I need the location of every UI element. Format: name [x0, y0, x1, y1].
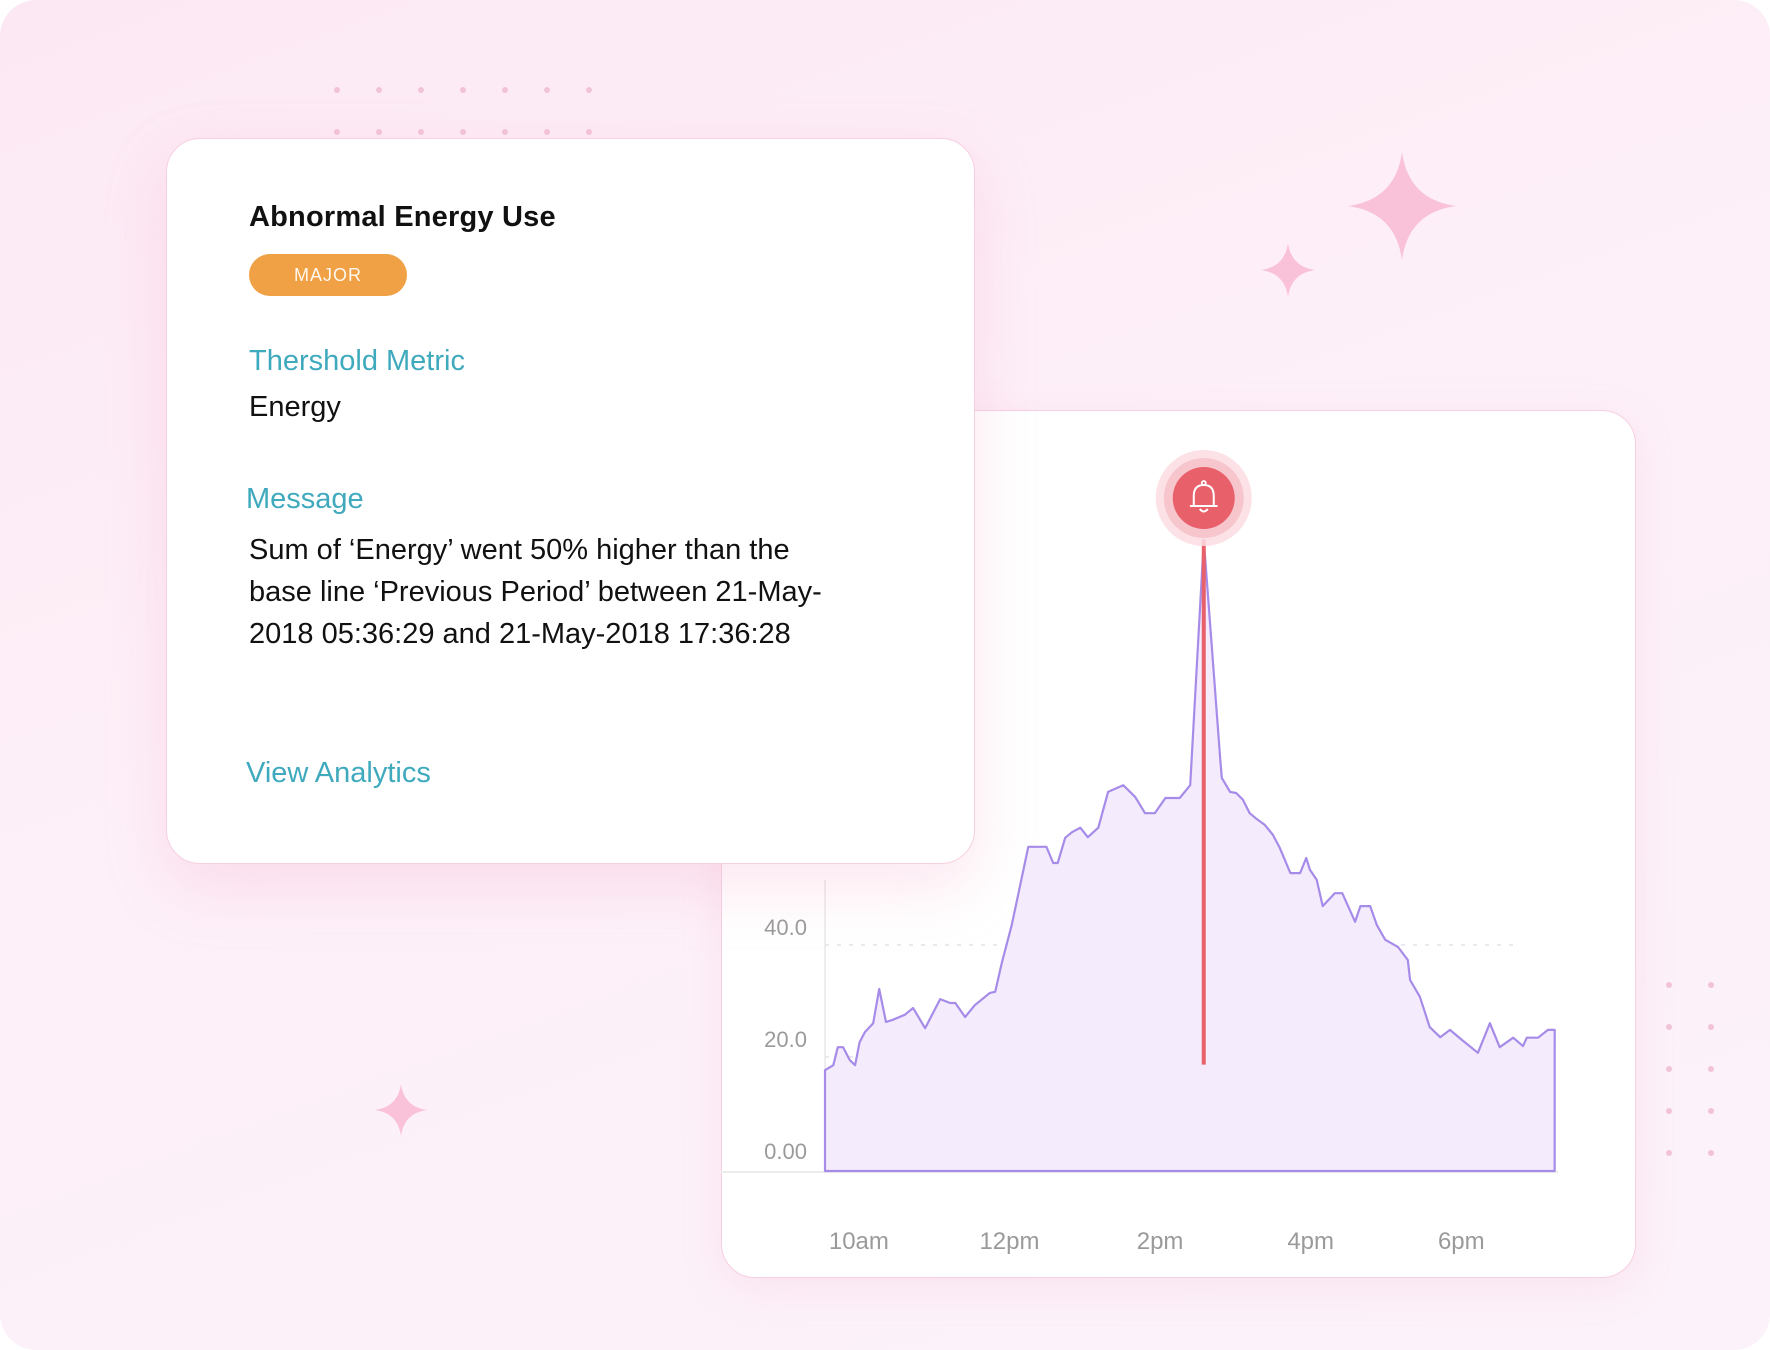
sparkle-bottom-left-icon [375, 1084, 427, 1136]
decor-dot [1708, 1024, 1714, 1030]
alert-message: Sum of ‘Energy’ went 50% higher than the… [249, 534, 822, 650]
decor-dot [334, 129, 340, 135]
decor-dot [1666, 982, 1672, 988]
decor-dot [1708, 1066, 1714, 1072]
decor-dot [544, 87, 550, 93]
decor-dot [418, 129, 424, 135]
y-tick-label: 40.0 [764, 915, 807, 940]
decor-dot [376, 87, 382, 93]
decor-dot [1666, 1150, 1672, 1156]
decor-dot [418, 87, 424, 93]
severity-badge: MAJOR [249, 254, 407, 296]
decor-dot [334, 87, 340, 93]
alert-title: Abnormal Energy Use [249, 201, 556, 233]
decor-dot [460, 87, 466, 93]
x-tick-label: 4pm [1287, 1228, 1334, 1255]
decor-dot [1666, 1066, 1672, 1072]
view-analytics-link[interactable]: View Analytics [246, 757, 431, 790]
metric-label: Thershold Metric [249, 345, 465, 377]
decor-dot [1708, 1108, 1714, 1114]
alert-bell-button [1172, 466, 1235, 529]
decor-dot [586, 87, 592, 93]
page-background: 0.00 20.0 40.0 10am 12pm 2pm 4pm 6pm Abnormal E… [0, 0, 1770, 1350]
decor-dot [460, 129, 466, 135]
sparkle-large-icon [1348, 152, 1456, 260]
x-tick-label: 10am [828, 1228, 888, 1255]
metric-value: Energy [249, 391, 341, 423]
y-tick-label: 20.0 [764, 1027, 807, 1052]
y-tick-label: 0.00 [764, 1139, 807, 1164]
x-tick-label: 12pm [979, 1228, 1039, 1255]
decor-dot [376, 129, 382, 135]
decor-dot [586, 129, 592, 135]
decor-dot [1666, 1024, 1672, 1030]
decor-dot [544, 129, 550, 135]
decor-dot [1708, 1150, 1714, 1156]
decor-dot [1708, 982, 1714, 988]
alert-card: Abnormal Energy Use MAJOR Thershold Metr… [166, 138, 975, 864]
decor-dot [1666, 1108, 1672, 1114]
x-tick-label: 6pm [1437, 1228, 1484, 1255]
sparkle-small-icon [1261, 243, 1315, 297]
message-label: Message [246, 483, 364, 515]
decor-dot [502, 129, 508, 135]
x-tick-label: 2pm [1136, 1228, 1183, 1255]
decor-dot [502, 87, 508, 93]
